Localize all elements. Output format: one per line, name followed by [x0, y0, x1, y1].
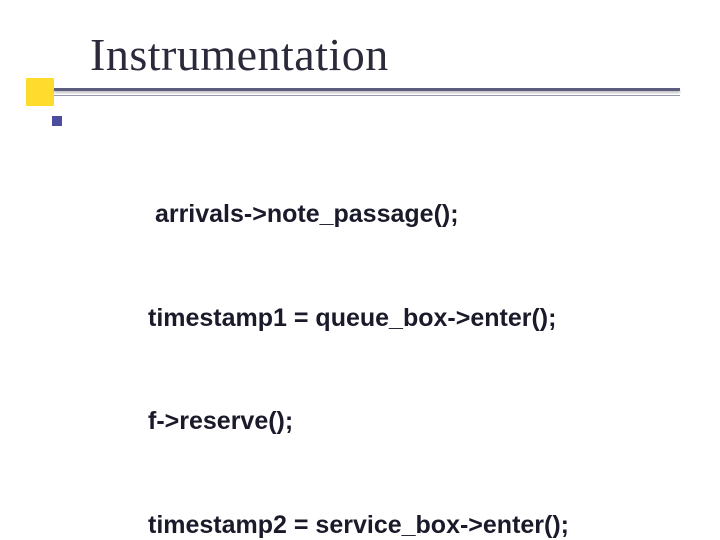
code-line-1: arrivals->note_passage(); [148, 197, 680, 232]
code-line-3: f->reserve(); [148, 404, 680, 439]
code-line-4: timestamp2 = service_box->enter(); [148, 508, 680, 540]
title-underline-thin [54, 95, 680, 96]
code-line-2: timestamp1 = queue_box->enter(); [148, 301, 680, 336]
code-block: arrivals->note_passage(); timestamp1 = q… [148, 128, 680, 540]
slide-title: Instrumentation [90, 28, 680, 81]
title-underline [0, 88, 720, 96]
accent-purple-square [52, 116, 62, 126]
slide: Instrumentation arrivals->note_passage()… [0, 0, 720, 540]
title-underline-thick [54, 88, 680, 91]
title-row: Instrumentation [90, 28, 680, 81]
